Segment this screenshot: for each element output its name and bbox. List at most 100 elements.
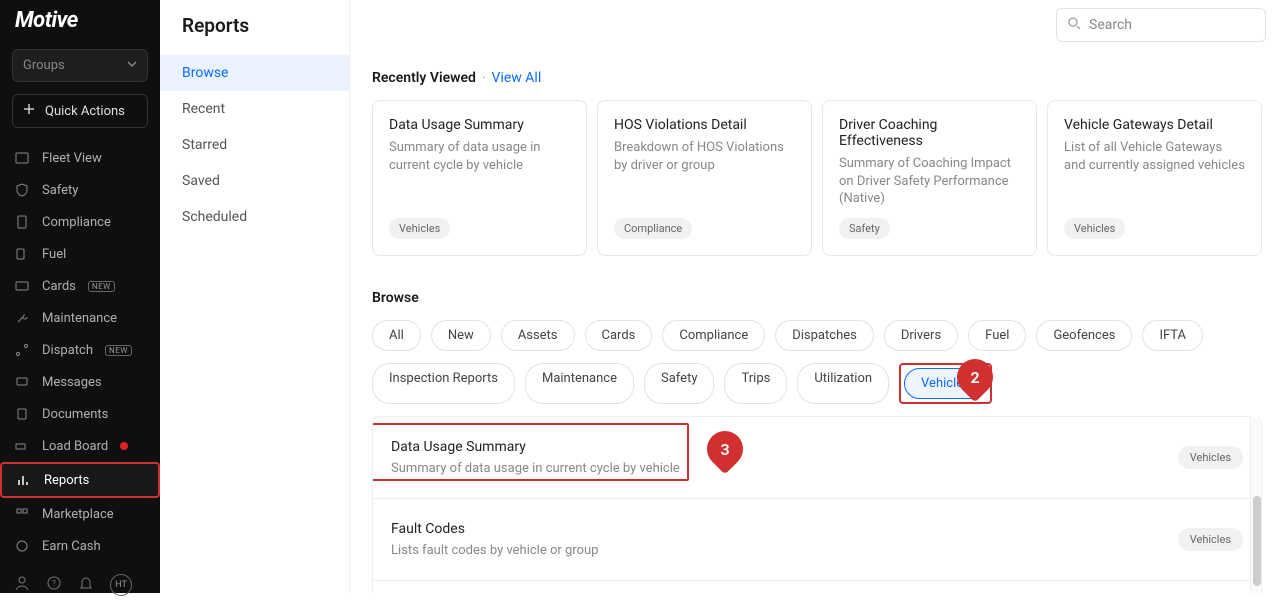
view-all-link[interactable]: View All [492, 70, 542, 86]
report-row[interactable]: Location History [373, 581, 1261, 593]
truck-icon [14, 438, 30, 454]
filter-pill[interactable]: Compliance [662, 320, 765, 351]
filter-row-1: All New Assets Cards Compliance Dispatch… [372, 320, 1262, 351]
card-tag: Vehicles [1064, 218, 1125, 239]
svg-text:?: ? [52, 579, 56, 588]
new-badge: NEW [105, 345, 132, 356]
sidebar-item-messages[interactable]: Messages [0, 366, 160, 398]
sidebar-item-dispatch[interactable]: Dispatch NEW [0, 334, 160, 366]
sidebar-item-reports[interactable]: Reports 1 [0, 462, 160, 498]
sidebar-item-fuel[interactable]: Fuel [0, 238, 160, 270]
groups-label: Groups [23, 58, 65, 73]
shield-icon [14, 182, 30, 198]
card-tag: Vehicles [389, 218, 450, 239]
main: Search Recently Viewed · View All Data U… [350, 0, 1284, 593]
chevron-down-icon [127, 58, 137, 73]
report-row[interactable]: Data Usage Summary Summary of data usage… [373, 417, 1261, 499]
card-desc: Breakdown of HOS Violations by driver or… [614, 139, 795, 208]
plus-icon [23, 103, 35, 119]
route-icon [14, 342, 30, 358]
quick-actions-button[interactable]: Quick Actions [12, 94, 148, 128]
annotation-box-3 [372, 423, 689, 481]
filter-pill[interactable]: Safety [644, 363, 714, 404]
filter-pill[interactable]: New [431, 320, 491, 351]
filter-pill[interactable]: Cards [585, 320, 653, 351]
sidebar-item-safety[interactable]: Safety [0, 174, 160, 206]
report-desc: Lists fault codes by vehicle or group [391, 543, 598, 558]
search-placeholder: Search [1089, 17, 1132, 33]
search-icon [1067, 16, 1081, 34]
subtab-recent[interactable]: Recent [160, 91, 349, 127]
help-icon[interactable]: ? [46, 575, 62, 595]
card-tag: Safety [839, 218, 890, 239]
filter-pill[interactable]: All [372, 320, 421, 351]
sidebar: Motive Groups Quick Actions Fleet View S… [0, 0, 160, 593]
card-title: Data Usage Summary [389, 117, 570, 133]
annotation-callout-3: 3 [700, 423, 751, 474]
bell-icon[interactable] [78, 575, 94, 595]
notification-dot-icon [120, 442, 128, 450]
card-desc: List of all Vehicle Gateways and current… [1064, 139, 1245, 208]
card-tag: Compliance [614, 218, 692, 239]
new-badge: NEW [88, 281, 115, 292]
page-title: Reports [182, 14, 249, 37]
recently-viewed-heading: Recently Viewed · View All [372, 70, 1262, 86]
brand-logo: Motive [0, 0, 160, 43]
card-desc: Summary of data usage in current cycle b… [389, 139, 570, 208]
sidebar-item-documents[interactable]: Documents [0, 398, 160, 430]
recent-card[interactable]: HOS Violations Detail Breakdown of HOS V… [597, 100, 812, 256]
sidebar-item-earn-cash[interactable]: Earn Cash [0, 530, 160, 562]
wrench-icon [14, 310, 30, 326]
chart-icon [16, 472, 32, 488]
fuel-icon [14, 246, 30, 262]
filter-pill[interactable]: Drivers [884, 320, 958, 351]
recent-card[interactable]: Data Usage Summary Summary of data usage… [372, 100, 587, 256]
browse-heading: Browse [372, 290, 1262, 306]
report-row[interactable]: Fault Codes Lists fault codes by vehicle… [373, 499, 1261, 581]
filter-pill[interactable]: IFTA [1142, 320, 1203, 351]
bottom-icons: ? HT [0, 562, 160, 608]
subtab-scheduled[interactable]: Scheduled [160, 199, 349, 235]
card-title: Vehicle Gateways Detail [1064, 117, 1245, 133]
subtab-saved[interactable]: Saved [160, 163, 349, 199]
filter-pill[interactable]: Dispatches [775, 320, 874, 351]
sidebar-item-maintenance[interactable]: Maintenance [0, 302, 160, 334]
filter-pill[interactable]: Fuel [968, 320, 1026, 351]
card-desc: Summary of Coaching Impact on Driver Saf… [839, 155, 1020, 208]
documents-icon [14, 406, 30, 422]
sidebar-item-marketplace[interactable]: Marketplace [0, 498, 160, 530]
grid-icon [14, 506, 30, 522]
filter-pill[interactable]: Geofences [1036, 320, 1132, 351]
card-title: Driver Coaching Effectiveness [839, 117, 1020, 149]
sidebar-item-load-board[interactable]: Load Board [0, 430, 160, 462]
nav: Fleet View Safety Compliance Fuel Cards … [0, 140, 160, 562]
recent-card[interactable]: Driver Coaching Effectiveness Summary of… [822, 100, 1037, 256]
sub-sidebar: Reports Browse Recent Starred Saved Sche… [160, 0, 350, 593]
filter-pill[interactable]: Utilization [797, 363, 889, 404]
filter-pill[interactable]: Maintenance [525, 363, 634, 404]
sidebar-item-fleet-view[interactable]: Fleet View [0, 142, 160, 174]
report-list: Data Usage Summary Summary of data usage… [372, 416, 1262, 593]
groups-select[interactable]: Groups [12, 49, 148, 82]
subtab-browse[interactable]: Browse [160, 55, 349, 91]
document-icon [14, 214, 30, 230]
card-title: HOS Violations Detail [614, 117, 795, 133]
user-icon[interactable] [14, 575, 30, 595]
filter-pill[interactable]: Trips [724, 363, 787, 404]
report-title: Fault Codes [391, 521, 598, 537]
report-tag: Vehicles [1178, 528, 1243, 551]
filter-pill[interactable]: Inspection Reports [372, 363, 515, 404]
recent-cards: Data Usage Summary Summary of data usage… [372, 100, 1262, 256]
scrollbar-thumb[interactable] [1253, 496, 1261, 586]
sidebar-item-cards[interactable]: Cards NEW [0, 270, 160, 302]
quick-actions-label: Quick Actions [45, 104, 125, 119]
subtab-starred[interactable]: Starred [160, 127, 349, 163]
dollar-icon [14, 538, 30, 554]
filter-pill[interactable]: Assets [501, 320, 575, 351]
sidebar-item-compliance[interactable]: Compliance [0, 206, 160, 238]
message-icon [14, 374, 30, 390]
card-icon [14, 278, 30, 294]
recent-card[interactable]: Vehicle Gateways Detail List of all Vehi… [1047, 100, 1262, 256]
map-icon [14, 150, 30, 166]
search-input[interactable]: Search [1056, 8, 1266, 42]
